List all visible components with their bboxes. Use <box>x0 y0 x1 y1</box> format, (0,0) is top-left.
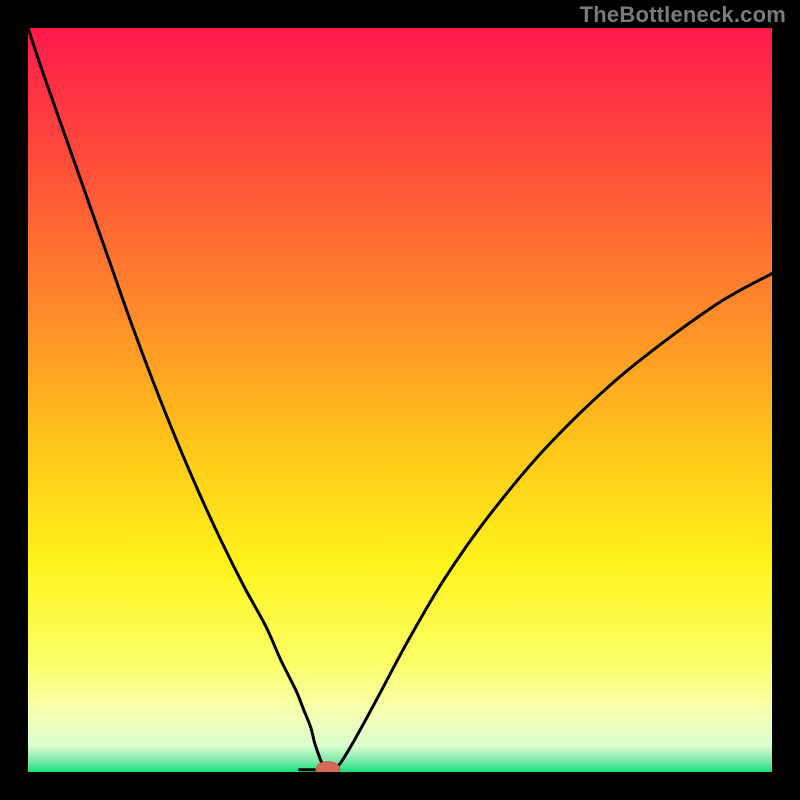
gradient-background <box>28 28 772 772</box>
chart-frame: TheBottleneck.com <box>0 0 800 800</box>
chart-svg <box>28 28 772 772</box>
watermark-text: TheBottleneck.com <box>580 2 786 28</box>
plot-area <box>28 28 772 772</box>
